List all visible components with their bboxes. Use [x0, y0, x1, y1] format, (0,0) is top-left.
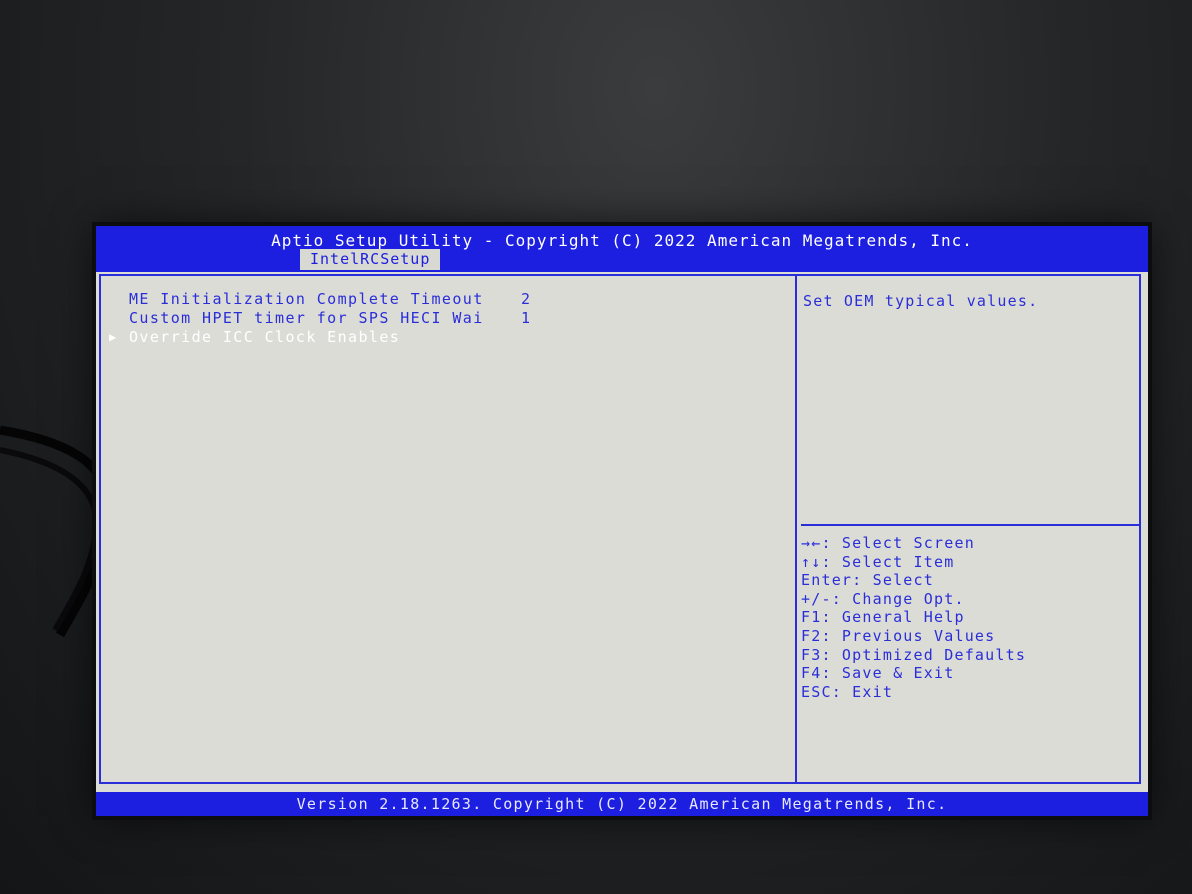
key-legend: →←: Select Screen ↑↓: Select Item Enter:…: [801, 534, 1026, 701]
menu-item-hpet-timer[interactable]: Custom HPET timer for SPS HECI Wai 1: [129, 309, 531, 327]
key-change-opt: +/-: Change Opt.: [801, 589, 965, 608]
key-optimized-defaults: F3: Optimized Defaults: [801, 645, 1027, 664]
key-save-exit: F4: Save & Exit: [801, 664, 955, 683]
menu-item-value: 1: [521, 309, 532, 327]
submenu-arrow-icon: ▶: [109, 330, 118, 344]
help-description: Set OEM typical values.: [803, 292, 1039, 310]
menu-item-label: Custom HPET timer for SPS HECI Wai: [129, 309, 484, 327]
key-select-screen: →←: Select Screen: [801, 534, 975, 552]
menu-item-label: ME Initialization Complete Timeout: [129, 290, 484, 308]
key-general-help: F1: General Help: [801, 608, 965, 627]
title-bar: Aptio Setup Utility - Copyright (C) 2022…: [96, 226, 1148, 272]
key-select-item: ↑↓: Select Item: [801, 552, 955, 571]
menu-item-me-init-timeout[interactable]: ME Initialization Complete Timeout 2: [129, 290, 531, 308]
version-footer: Version 2.18.1263. Copyright (C) 2022 Am…: [296, 795, 948, 813]
pane-divider: [795, 276, 797, 782]
menu-item-value: 2: [521, 290, 532, 308]
content-frame: ME Initialization Complete Timeout 2 Cust…: [99, 274, 1141, 784]
help-separator: [801, 524, 1139, 526]
tab-intelrcsetup[interactable]: IntelRCSetup: [300, 249, 441, 270]
key-esc-exit: ESC: Exit: [801, 682, 894, 701]
menu-item-label: Override ICC Clock Enables: [129, 328, 401, 346]
utility-title: Aptio Setup Utility - Copyright (C) 2022…: [271, 231, 973, 250]
footer-bar: Version 2.18.1263. Copyright (C) 2022 Am…: [96, 792, 1148, 816]
menu-item-override-icc-clock[interactable]: ▶ Override ICC Clock Enables: [109, 328, 521, 346]
key-enter-select: Enter: Select: [801, 571, 934, 590]
key-previous-values: F2: Previous Values: [801, 626, 996, 645]
bios-screen: Aptio Setup Utility - Copyright (C) 2022…: [96, 226, 1148, 816]
